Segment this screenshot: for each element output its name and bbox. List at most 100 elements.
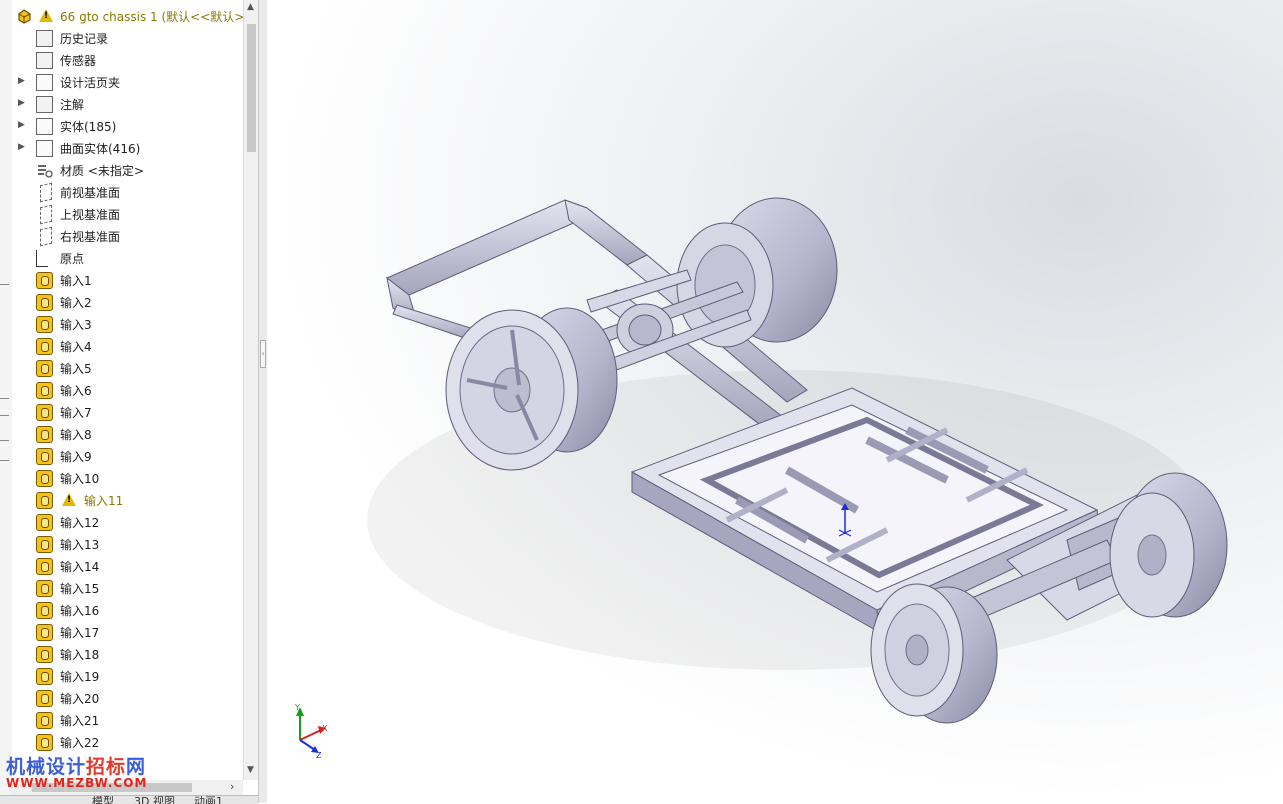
tree-item[interactable]: 输入21 (12, 710, 243, 732)
tree-vertical-scrollbar[interactable]: ▲ ▼ (243, 0, 259, 780)
import-icon (36, 624, 53, 641)
tree-item-label: 上视基准面 (60, 208, 121, 222)
tree-item[interactable]: ▶ 曲面实体(416) (12, 138, 243, 160)
tree-item-label: 曲面实体(416) (60, 142, 141, 156)
tree-item-label: 输入5 (60, 362, 92, 376)
expand-arrow-icon[interactable]: ▶ (18, 120, 25, 130)
import-icon (36, 316, 53, 333)
sensor-icon (36, 52, 53, 69)
tree-item-label: 输入3 (60, 318, 92, 332)
tree-item[interactable]: ▶ 设计活页夹 (12, 72, 243, 94)
tree-item-label: 输入9 (60, 450, 92, 464)
gutter-marker (0, 440, 9, 441)
tree-item[interactable]: 输入14 (12, 556, 243, 578)
chassis-3d-model[interactable]: Y X Z (267, 0, 1283, 803)
expand-arrow-icon[interactable]: ▶ (18, 76, 25, 86)
plane-icon (40, 204, 52, 225)
import-icon (36, 646, 53, 663)
tree-item-label: 右视基准面 (60, 230, 121, 244)
tree-item-label: 输入2 (60, 296, 92, 310)
history-icon (36, 30, 53, 47)
gutter-marker (0, 415, 9, 416)
triad-z-label: Z (316, 751, 322, 760)
tree-item[interactable]: 输入11 (12, 490, 243, 512)
tree-item[interactable]: 输入8 (12, 424, 243, 446)
annotation-icon (36, 96, 53, 113)
tree-item-label: 输入19 (60, 670, 100, 684)
tree-item-label: 材质 <未指定> (60, 164, 144, 178)
view-orientation-triad[interactable]: Y X Z (294, 703, 328, 760)
tree-item[interactable]: 传感器 (12, 50, 243, 72)
tree-item[interactable]: 上视基准面 (12, 204, 243, 226)
tree-item[interactable]: 输入19 (12, 666, 243, 688)
scroll-down-icon[interactable]: ▼ (247, 765, 254, 775)
tree-item[interactable]: 输入9 (12, 446, 243, 468)
tree-item[interactable]: 输入16 (12, 600, 243, 622)
tree-root-label: 66 gto chassis 1 (默认<<默认> (60, 10, 243, 24)
scroll-right-icon[interactable]: › (230, 780, 234, 793)
tree-item[interactable]: 输入12 (12, 512, 243, 534)
import-icon (36, 338, 53, 355)
tree-item[interactable]: 前视基准面 (12, 182, 243, 204)
tree-item[interactable]: 输入18 (12, 644, 243, 666)
tree-item-label: 前视基准面 (60, 186, 121, 200)
import-icon (36, 580, 53, 597)
tree-item[interactable]: 输入17 (12, 622, 243, 644)
tree-item-label: 传感器 (60, 54, 97, 68)
tree-item-label: 输入13 (60, 538, 100, 552)
import-icon (36, 272, 53, 289)
tree-item[interactable]: 输入20 (12, 688, 243, 710)
tree-item[interactable]: 输入2 (12, 292, 243, 314)
watermark-text-blue: 机械设计 (6, 756, 87, 778)
tree-item-label: 输入1 (60, 274, 92, 288)
tree-item[interactable]: 输入15 (12, 578, 243, 600)
tree-item-label: 输入15 (60, 582, 100, 596)
tree-item[interactable]: 材质 <未指定> (12, 160, 243, 182)
tree-item[interactable]: 输入3 (12, 314, 243, 336)
import-icon (36, 382, 53, 399)
watermark-title: 机械设计招标网 (6, 752, 147, 779)
import-icon (36, 712, 53, 729)
tree-item[interactable]: 输入1 (12, 270, 243, 292)
warning-icon (39, 9, 53, 22)
material-icon (36, 162, 53, 179)
tree-item-label: 输入14 (60, 560, 100, 574)
tree-item[interactable]: ▶ 注解 (12, 94, 243, 116)
gutter-marker (0, 460, 9, 461)
import-icon (36, 514, 53, 531)
tree-item[interactable]: 输入6 (12, 380, 243, 402)
expand-arrow-icon[interactable]: ▶ (18, 98, 25, 108)
tree-item[interactable]: 输入4 (12, 336, 243, 358)
plane-icon (40, 226, 52, 247)
tree-item[interactable]: 历史记录 (12, 28, 243, 50)
expand-arrow-icon[interactable]: ▶ (18, 142, 25, 152)
tree-item-label: 输入17 (60, 626, 100, 640)
tree-item[interactable]: 输入7 (12, 402, 243, 424)
tree-item-label: 输入12 (60, 516, 100, 530)
surface-bodies-icon (36, 140, 53, 157)
import-icon (36, 602, 53, 619)
import-icon (36, 470, 53, 487)
collapse-panel-handle[interactable]: ‹ (260, 340, 266, 368)
tree-item[interactable]: 输入13 (12, 534, 243, 556)
watermark-text-blue-end: 网 (126, 756, 147, 778)
tree-item[interactable]: 右视基准面 (12, 226, 243, 248)
tree-item[interactable]: 输入10 (12, 468, 243, 490)
feature-manager-tree: 66 gto chassis 1 (默认<<默认> 历史记录传感器▶设计活页夹▶… (12, 0, 243, 780)
import-icon (36, 448, 53, 465)
tree-item[interactable]: 原点 (12, 248, 243, 270)
tree-item[interactable]: 输入22 (12, 732, 243, 754)
tree-item[interactable]: ▶ 实体(185) (12, 116, 243, 138)
graphics-viewport[interactable]: Y X Z (267, 0, 1283, 803)
tree-root[interactable]: 66 gto chassis 1 (默认<<默认> (12, 6, 243, 28)
scroll-up-icon[interactable]: ▲ (247, 2, 254, 12)
scroll-thumb[interactable] (247, 24, 256, 152)
tree-item[interactable]: 输入5 (12, 358, 243, 380)
tree-item-label: 实体(185) (60, 120, 117, 134)
import-icon (36, 690, 53, 707)
rear-wheel-right (676, 197, 838, 348)
triad-x-label: X (322, 724, 328, 733)
part-icon (16, 8, 33, 25)
warning-icon (62, 493, 76, 506)
origin-icon (36, 250, 48, 267)
